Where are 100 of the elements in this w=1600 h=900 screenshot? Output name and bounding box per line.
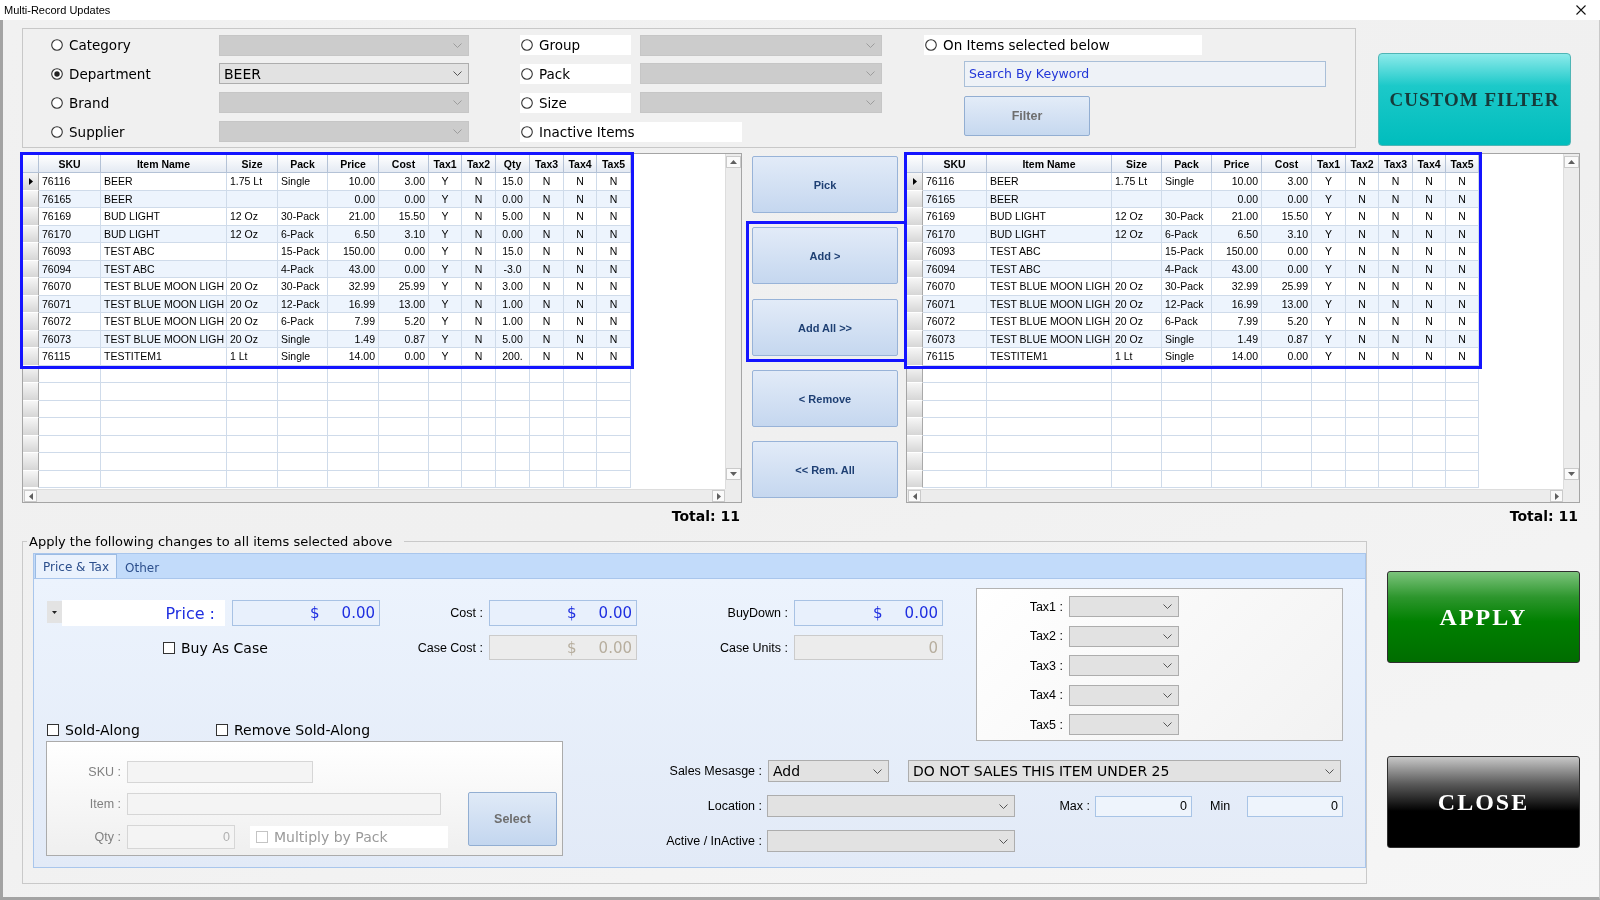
scroll-right-button[interactable]: [1550, 490, 1563, 502]
radio-option[interactable]: Category: [50, 35, 131, 55]
radio-option[interactable]: Supplier: [50, 121, 125, 142]
radio-option[interactable]: Pack: [520, 63, 631, 84]
tab[interactable]: Price & Tax: [35, 554, 118, 578]
currency-field[interactable]: $ 0.00: [232, 600, 380, 626]
dropdown-field[interactable]: DO NOT SALES THIS ITEM UNDER 25: [908, 760, 1341, 782]
radio-option[interactable]: On Items selected below: [924, 35, 1202, 55]
radio-option[interactable]: Size: [520, 92, 631, 113]
column-header[interactable]: Tax1: [1312, 155, 1346, 173]
table-cell: N: [462, 243, 496, 261]
transfer-button[interactable]: << Rem. All: [752, 441, 898, 498]
radio-option[interactable]: Group: [520, 35, 631, 55]
column-header[interactable]: Tax3: [530, 155, 564, 173]
column-header[interactable]: Tax1: [429, 155, 462, 173]
column-header[interactable]: Size: [1112, 155, 1162, 173]
number-field[interactable]: 0: [1247, 795, 1343, 817]
number-field[interactable]: 0: [1095, 795, 1192, 817]
horizontal-scrollbar[interactable]: [23, 489, 725, 502]
table-cell: 5.20: [379, 313, 429, 331]
column-header[interactable]: Pack: [278, 155, 328, 173]
dropdown-field[interactable]: [1069, 655, 1179, 676]
dropdown-field[interactable]: [767, 830, 1015, 852]
dropdown-field[interactable]: [1069, 684, 1179, 706]
column-header[interactable]: Pack: [1162, 155, 1212, 173]
table-cell: N: [530, 173, 564, 191]
scroll-left-button[interactable]: [908, 490, 921, 502]
scroll-left-button[interactable]: [24, 490, 37, 502]
dropdown-button[interactable]: [47, 601, 62, 623]
column-header[interactable]: Item Name: [101, 155, 227, 173]
apply-button[interactable]: APPLY: [1387, 571, 1580, 663]
horizontal-scrollbar[interactable]: [907, 489, 1563, 502]
column-header[interactable]: Tax3: [1379, 155, 1413, 173]
scroll-up-button[interactable]: [1564, 156, 1579, 168]
table-cell: 76116: [923, 173, 987, 191]
checkbox-option[interactable]: Remove Sold-Along: [216, 719, 371, 741]
column-header[interactable]: SKU: [39, 155, 101, 173]
dropdown-field[interactable]: Add: [768, 760, 889, 782]
scroll-right-button[interactable]: [712, 490, 725, 502]
table-cell: 10.00: [1212, 173, 1262, 191]
table-cell: N: [530, 278, 564, 296]
checkbox-option[interactable]: Sold-Along: [47, 719, 216, 741]
table-cell: TEST ABC: [987, 243, 1112, 261]
checkbox-option[interactable]: Buy As Case: [47, 636, 268, 659]
transfer-button[interactable]: < Remove: [752, 370, 898, 427]
column-header[interactable]: Tax2: [1346, 155, 1379, 173]
search-field[interactable]: Search By Keyword: [964, 60, 1326, 87]
table-cell: 200.: [496, 348, 530, 366]
scroll-down-button[interactable]: [726, 468, 741, 480]
dropdown-field[interactable]: [767, 795, 1015, 817]
table-cell: 6-Pack: [1162, 313, 1212, 331]
scroll-down-button[interactable]: [1564, 468, 1579, 480]
radio-option[interactable]: Brand: [50, 92, 110, 113]
column-header[interactable]: Size: [227, 155, 278, 173]
tab[interactable]: Other: [117, 556, 168, 578]
row-header[interactable]: [23, 173, 39, 191]
table-cell: N: [1379, 173, 1413, 191]
field-label: Location :: [706, 799, 762, 813]
table-cell: Y: [1312, 243, 1346, 261]
column-header[interactable]: Cost: [379, 155, 429, 173]
column-header[interactable]: Tax5: [597, 155, 631, 173]
transfer-button[interactable]: Pick: [752, 156, 898, 213]
radio-option[interactable]: Inactive Items: [520, 121, 742, 142]
column-header[interactable]: SKU: [923, 155, 987, 173]
currency-field[interactable]: $ 0.00: [794, 600, 943, 626]
column-header[interactable]: Tax4: [1413, 155, 1446, 173]
dropdown-field[interactable]: BEER: [219, 63, 469, 84]
row-pointer-icon: [28, 177, 33, 185]
table-cell: N: [564, 313, 597, 331]
custom-filter-button[interactable]: CUSTOM FILTER: [1378, 53, 1571, 146]
column-header[interactable]: Tax5: [1446, 155, 1479, 173]
column-header[interactable]: Price: [328, 155, 379, 173]
column-header[interactable]: Item Name: [987, 155, 1112, 173]
table-cell: 30-Pack: [278, 208, 328, 226]
column-header[interactable]: Tax2: [462, 155, 496, 173]
field-label: Tax3 :: [1028, 658, 1064, 673]
table-cell: 7.99: [1212, 313, 1262, 331]
table-cell: 76070: [923, 278, 987, 296]
column-header[interactable]: Cost: [1262, 155, 1312, 173]
radio-option[interactable]: Department: [50, 63, 151, 84]
table-cell: 5.00: [496, 208, 530, 226]
vertical-scrollbar[interactable]: [725, 154, 741, 489]
table-cell: N: [1413, 243, 1446, 261]
dropdown-field[interactable]: [1069, 714, 1179, 735]
transfer-button[interactable]: Add All >>: [752, 299, 898, 356]
transfer-button[interactable]: Add >: [752, 227, 898, 284]
table-cell: N: [1446, 348, 1479, 366]
table-cell: 32.99: [328, 278, 379, 296]
scroll-up-button[interactable]: [726, 156, 741, 168]
row-header[interactable]: [907, 173, 923, 191]
table-cell: Y: [1312, 278, 1346, 296]
dropdown-field[interactable]: [1069, 625, 1179, 647]
currency-field[interactable]: $ 0.00: [489, 600, 637, 626]
column-header[interactable]: Tax4: [564, 155, 597, 173]
column-header[interactable]: Price: [1212, 155, 1262, 173]
column-header[interactable]: Qty: [496, 155, 530, 173]
vertical-scrollbar[interactable]: [1563, 154, 1579, 489]
close-button[interactable]: CLOSE: [1387, 756, 1580, 848]
table-cell: 76169: [923, 208, 987, 226]
dropdown-field[interactable]: [1069, 596, 1179, 617]
